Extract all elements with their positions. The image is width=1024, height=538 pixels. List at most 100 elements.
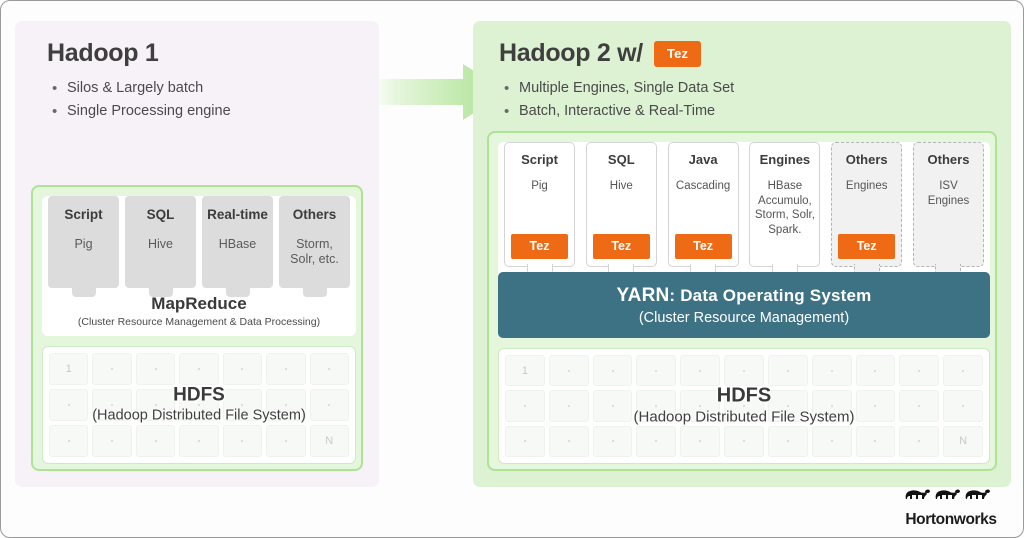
yarn-layer: YARN: Data Operating System (Cluster Res… (498, 272, 990, 338)
hdfs-node-cell (592, 355, 633, 387)
tez-badge[interactable]: Tez (674, 234, 732, 259)
hdfs-node-cell (135, 425, 176, 457)
hdfs-node-dot (284, 404, 287, 406)
hdfs-node-dot (962, 369, 965, 372)
mapreduce-title: MapReduce (151, 294, 247, 313)
hdfs-node-cell (49, 389, 89, 421)
hadoop2-compute-block: Script Pig Tez SQL Hive Tez Java Cascadi… (498, 142, 990, 338)
hdfs-node-dot (197, 368, 200, 370)
hdfs-node-dot (197, 440, 200, 442)
hdfs-node-dot (611, 440, 614, 443)
hdfs-node-dot (786, 369, 789, 372)
hdfs-node-dot (284, 368, 287, 370)
hdfs-node-cell (309, 353, 349, 385)
engine-column-engines[interactable]: Engines HBase Accumulo, Storm, Solr, Spark. (749, 142, 821, 267)
engine-column-others[interactable]: Others Storm, Solr, etc. (279, 196, 350, 288)
hdfs-node-dot (874, 369, 877, 372)
hdfs-node-cell (855, 425, 896, 457)
hdfs-node-cell (92, 389, 132, 421)
hdfs-node-dot (830, 440, 833, 443)
hadoop1-title: Hadoop 1 (47, 39, 159, 67)
hadoop2-title: Hadoop 2 w/ (499, 39, 643, 67)
hdfs-node-dot (567, 440, 570, 443)
hadoop2-header: Hadoop 2 w/ Tez Multiple Engines, Single… (499, 39, 734, 125)
engine-column-script[interactable]: Script Pig Tez (504, 142, 575, 267)
hdfs-node-cell (899, 390, 940, 422)
engine-column-others-isv[interactable]: Others ISV Engines (912, 142, 984, 267)
hdfs-node-dot (154, 404, 157, 406)
engine-column-sql[interactable]: SQL Hive Tez (585, 142, 657, 267)
column-heading: Script (64, 207, 103, 222)
hdfs-node-cell (680, 390, 721, 422)
hdfs-node-dot (962, 404, 965, 407)
hdfs-node-cell (636, 425, 677, 457)
hdfs-node-cell (899, 355, 940, 387)
hdfs-node-dot (918, 404, 921, 407)
hdfs-node-cell (592, 390, 633, 422)
hdfs-node-dot (523, 440, 526, 443)
hdfs-node-cell (222, 353, 263, 385)
hadoop1-engine-columns: Script Pig SQL Hive Real-time HBase Othe… (42, 196, 356, 288)
tez-badge[interactable]: Tez (838, 234, 896, 259)
list-item: Batch, Interactive & Real-Time (499, 100, 734, 125)
hadoop1-panel: Hadoop 1 Silos & Largely batch Single Pr… (15, 21, 379, 487)
hdfs-node-cell (636, 390, 677, 422)
hdfs-node-cell (135, 389, 176, 421)
hdfs-node-dot (699, 440, 702, 443)
hdfs-node-cell: N (309, 425, 349, 457)
hdfs-node-dot (830, 369, 833, 372)
hdfs-node-cell (266, 389, 306, 421)
hadoop1-hdfs-layer: 1N HDFS (Hadoop Distributed File System) (42, 346, 356, 464)
hadoop2-stack-frame: Script Pig Tez SQL Hive Tez Java Cascadi… (487, 131, 997, 471)
mapreduce-subtitle: (Cluster Resource Management & Data Proc… (77, 316, 321, 328)
hdfs-node-dot (111, 404, 114, 406)
tez-badge[interactable]: Tez (511, 234, 568, 259)
hdfs-node-dot (284, 440, 287, 442)
hdfs-node-dot (918, 440, 921, 443)
hdfs-node-dot (328, 368, 331, 370)
tez-badge[interactable]: Tez (592, 234, 650, 259)
column-subtext: Engines (845, 180, 888, 192)
hdfs-node-cell (548, 390, 589, 422)
engine-column-java[interactable]: Java Cascading Tez (667, 142, 739, 267)
hdfs-node-dot (918, 369, 921, 372)
hortonworks-logo: Hortonworks (893, 483, 1009, 529)
hadoop1-compute-block: Script Pig SQL Hive Real-time HBase Othe… (42, 196, 356, 336)
hdfs-node-cell (266, 353, 306, 385)
engine-column-sql[interactable]: SQL Hive (125, 196, 196, 288)
hdfs-node-cell (855, 355, 896, 387)
column-heading: Others (927, 152, 970, 167)
yarn-title: YARN: Data Operating System (617, 285, 872, 307)
hdfs-node-dot (241, 368, 244, 370)
hdfs-node-cell (943, 390, 983, 422)
hdfs-node-cell (680, 425, 721, 457)
engine-column-script[interactable]: Script Pig (48, 196, 119, 288)
hdfs-node-dot (67, 440, 70, 442)
hdfs-node-cell (811, 425, 852, 457)
hadoop2-panel: Hadoop 2 w/ Tez Multiple Engines, Single… (473, 21, 1011, 487)
column-subtext: ISV Engines (927, 180, 970, 207)
tez-title-badge[interactable]: Tez (653, 40, 702, 67)
hdfs-node-cell (309, 389, 349, 421)
hdfs-node-dot (830, 404, 833, 407)
hdfs-node-grid: 1N (505, 355, 983, 457)
logo-wordmark: Hortonworks (905, 511, 997, 528)
hdfs-node-dot (786, 404, 789, 407)
list-item: Silos & Largely batch (47, 77, 231, 102)
hdfs-node-dot (111, 440, 114, 442)
hdfs-node-dot (655, 404, 658, 407)
hdfs-node-dot (655, 369, 658, 372)
hdfs-node-cell (636, 355, 677, 387)
hdfs-node-cell (548, 355, 589, 387)
hdfs-node-cell (724, 425, 764, 457)
hdfs-node-dot (699, 369, 702, 372)
hdfs-node-cell (724, 390, 764, 422)
hadoop2-hdfs-layer: 1N HDFS (Hadoop Distributed File System) (498, 348, 990, 464)
engine-column-others-engines[interactable]: Others Engines Tez (831, 142, 903, 267)
engine-column-realtime[interactable]: Real-time HBase (202, 196, 273, 288)
hdfs-node-cell: 1 (505, 355, 545, 387)
hdfs-node-cell (179, 353, 219, 385)
hdfs-node-cell (724, 355, 764, 387)
hdfs-node-dot (874, 404, 877, 407)
hdfs-node-cell: 1 (49, 353, 89, 385)
